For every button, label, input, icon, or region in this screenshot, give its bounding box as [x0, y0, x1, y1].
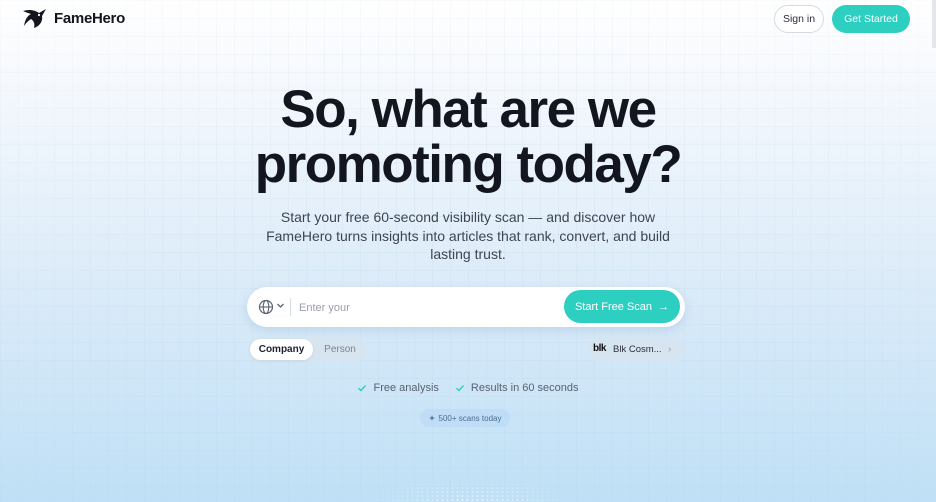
start-free-scan-label: Start Free Scan — [574, 300, 653, 313]
signin-button[interactable]: Sign in — [774, 5, 824, 33]
badge-label: 500+ scans today — [438, 413, 502, 423]
check-icon — [455, 385, 464, 392]
scan-search-bar: Start Free Scan → — [247, 287, 685, 327]
toggle-option-company[interactable]: Company — [250, 339, 313, 360]
scans-today-badge: 500+ scans today — [420, 409, 510, 427]
famehero-logo-icon — [23, 9, 46, 28]
start-free-scan-button[interactable]: Start Free Scan → — [564, 290, 680, 323]
blk-logo-icon: blk — [593, 343, 606, 354]
search-divider — [290, 298, 291, 316]
toggle-option-person[interactable]: Person — [315, 339, 365, 360]
chevron-right-icon: › — [668, 344, 672, 355]
sparkle-icon — [428, 415, 435, 421]
feature-label: Results in 60 seconds — [470, 382, 579, 394]
hero-title-line-1: So, what are we — [280, 80, 657, 139]
feature-item: Free analysis — [357, 382, 439, 394]
chevron-down-icon[interactable] — [276, 301, 285, 310]
example-label: Blk Cosm... — [613, 344, 662, 355]
feature-item: Results in 60 seconds — [455, 382, 579, 394]
get-started-button[interactable]: Get Started — [832, 5, 910, 33]
arrow-right-icon: → — [658, 300, 670, 313]
check-icon — [358, 385, 367, 392]
brand-name: FameHero — [54, 9, 125, 27]
feature-list: Free analysis Results in 60 seconds — [0, 382, 936, 394]
entity-type-toggle: Company Person — [248, 337, 367, 362]
scrollbar-track[interactable] — [932, 0, 936, 48]
globe-icon[interactable] — [258, 299, 274, 315]
hero-subtitle: Start your free 60-second visibility sca… — [266, 209, 670, 262]
decorative-dots — [360, 478, 580, 502]
feature-label: Free analysis — [373, 382, 439, 394]
hero-title-line-2: promoting today? — [254, 135, 683, 194]
search-input[interactable] — [297, 297, 551, 319]
brand-logo[interactable]: FameHero — [22, 7, 125, 29]
hero-title: So, what are we promoting today? — [0, 82, 936, 192]
example-suggestion-chip[interactable]: blk Blk Cosm... › — [588, 337, 684, 362]
